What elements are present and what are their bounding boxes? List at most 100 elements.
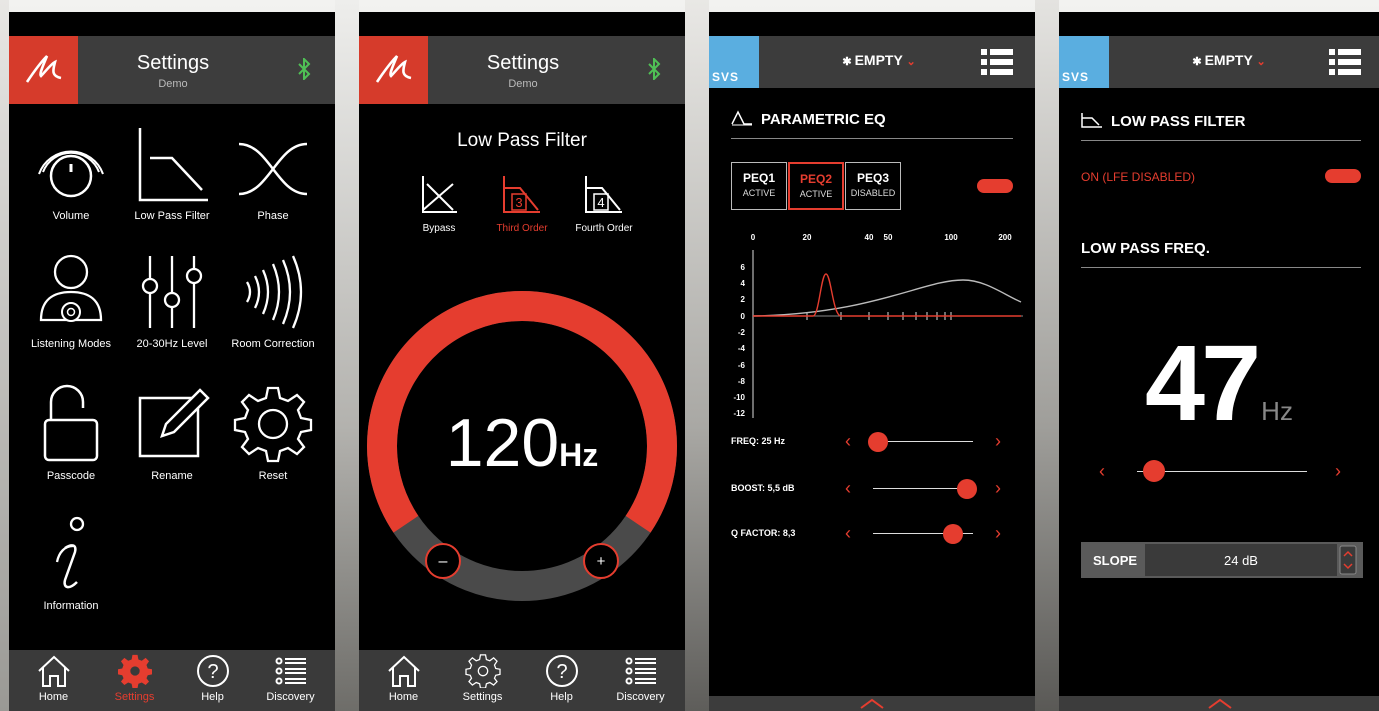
menu-icon[interactable] [1329,48,1361,81]
brand-logo[interactable] [9,36,78,104]
chevron-left-icon[interactable]: ‹ [845,523,851,544]
x-tick-label: 20 [803,233,812,242]
section-title: PARAMETRIC EQ [761,111,886,128]
slider-knob[interactable] [1143,460,1165,482]
svs-logo: SVS [1059,36,1109,88]
home-icon [387,655,420,687]
chevron-left-icon[interactable]: ‹ [845,478,851,499]
section-title: LOW PASS FREQ. [1081,240,1210,257]
tab-home[interactable]: Home [13,654,94,703]
low-pass-filter-screen: Settings Demo Low Pass Filter Bypass 3 T… [359,12,685,711]
slope-selector[interactable]: SLOPE 24 dB [1081,542,1363,578]
tab-label: Discovery [266,691,315,703]
peq-status: DISABLED [850,188,896,198]
chevron-down-icon: ⌄ [1256,56,1266,68]
peq2-tab[interactable]: PEQ2 ACTIVE [788,162,844,210]
tab-bar: Home Settings ? Help Discovery [9,650,335,711]
bluetooth-icon[interactable] [297,56,311,86]
chevron-down-icon: ⌄ [906,56,916,68]
plus-button[interactable]: + [583,543,619,579]
preset-name: EMPTY [854,52,903,68]
tab-home[interactable]: Home [363,654,444,703]
bluetooth-icon[interactable] [647,56,661,86]
grid-label: Reset [258,470,288,482]
chevron-up-icon[interactable] [1059,696,1379,711]
y-tick-label: -4 [738,344,746,353]
minus-button[interactable]: – [425,543,461,579]
lpf-enable-toggle[interactable] [1325,169,1361,183]
svg-text:+: + [597,553,606,570]
chevron-left-icon[interactable]: ‹ [1099,461,1105,482]
frequency-readout: 120Hz [359,404,685,482]
grid-item-information[interactable]: Information [17,514,125,612]
grid-item-passcode[interactable]: Passcode [17,384,125,482]
tab-label: Home [38,691,69,703]
slider-knob[interactable] [943,524,963,544]
svg-text:4: 4 [597,195,604,210]
section-title: LOW PASS FILTER [1111,113,1246,130]
chevron-left-icon[interactable]: ‹ [845,431,851,452]
phase-icon [238,142,308,196]
tab-settings[interactable]: Settings [94,654,175,703]
eq-curve-icon [731,110,752,126]
grid-item-phase[interactable]: Phase [219,124,327,222]
x-tick-label: 40 [865,233,874,242]
preset-selector[interactable]: ✱ EMPTY ⌄ [1159,52,1299,68]
mode-label: Third Order [496,223,548,234]
mode-fourth-order[interactable]: 4 Fourth Order [567,174,641,234]
grid-item-level[interactable]: 20-30Hz Level [118,252,226,350]
menu-icon[interactable] [981,48,1013,81]
y-tick-label: -2 [738,328,746,337]
grid-label: Rename [151,470,193,482]
svg-text:?: ? [556,661,567,683]
brand-logo[interactable] [359,36,428,104]
grid-item-volume[interactable]: Volume [17,124,125,222]
svs-logo: SVS [709,36,759,88]
x-tick-label: 0 [751,233,756,242]
section-header: LOW PASS FILTER [1081,112,1361,141]
chevron-right-icon[interactable]: › [995,523,1001,544]
y-tick-label: -6 [738,361,746,370]
peq-enable-toggle[interactable] [977,179,1013,193]
preset-selector[interactable]: ✱ EMPTY ⌄ [809,52,949,68]
slider-knob[interactable] [957,479,977,499]
grid-item-listening-modes[interactable]: Listening Modes [17,252,125,350]
frequency-unit: Hz [1261,396,1293,426]
tab-help[interactable]: ? Help [172,654,253,703]
tab-discovery[interactable]: Discovery [250,654,331,703]
grid-label: Passcode [46,470,96,482]
slider-track[interactable] [873,441,973,442]
mode-third-order[interactable]: 3 Third Order [487,174,557,234]
peq1-tab[interactable]: PEQ1 ACTIVE [731,162,787,210]
chevron-right-icon[interactable]: › [995,431,1001,452]
mode-bypass[interactable]: Bypass [411,174,467,234]
x-tick-label: 50 [884,233,893,242]
home-icon [37,655,70,687]
grid-item-low-pass-filter[interactable]: Low Pass Filter [118,124,226,222]
chevron-up-icon[interactable] [709,696,1035,711]
header-title: Settings [136,52,210,74]
peq-name: PEQ3 [856,171,889,185]
grid-item-reset[interactable]: Reset [219,384,327,482]
chevron-right-icon[interactable]: › [995,478,1001,499]
peq-name: PEQ2 [799,172,832,186]
bottom-bar [1059,696,1379,711]
tab-discovery[interactable]: Discovery [600,654,681,703]
header-subtitle: Demo [508,78,538,90]
parametric-eq-screen: SVS ✱ EMPTY ⌄ PARAMETRIC EQ PEQ1 ACTIVE P… [709,12,1035,711]
app-header: Settings Demo [359,36,685,104]
help-icon: ? [196,655,229,687]
freq-slider-row: FREQ: 25 Hz ‹ › [731,430,1021,454]
stepper-icon[interactable] [1339,545,1357,575]
slider-knob[interactable] [868,432,888,452]
chevron-right-icon[interactable]: › [1335,461,1341,482]
tab-help[interactable]: ? Help [521,654,602,703]
help-icon: ? [545,655,578,687]
peq3-tab[interactable]: PEQ3 DISABLED [845,162,901,210]
tab-settings[interactable]: Settings [442,654,523,703]
slider-label: Q FACTOR: 8,3 [731,528,796,538]
grid-item-rename[interactable]: Rename [118,384,226,482]
slope-value-box[interactable]: 24 dB [1145,544,1337,576]
svg-text:3: 3 [515,195,522,210]
grid-item-room-correction[interactable]: Room Correction [219,252,327,350]
